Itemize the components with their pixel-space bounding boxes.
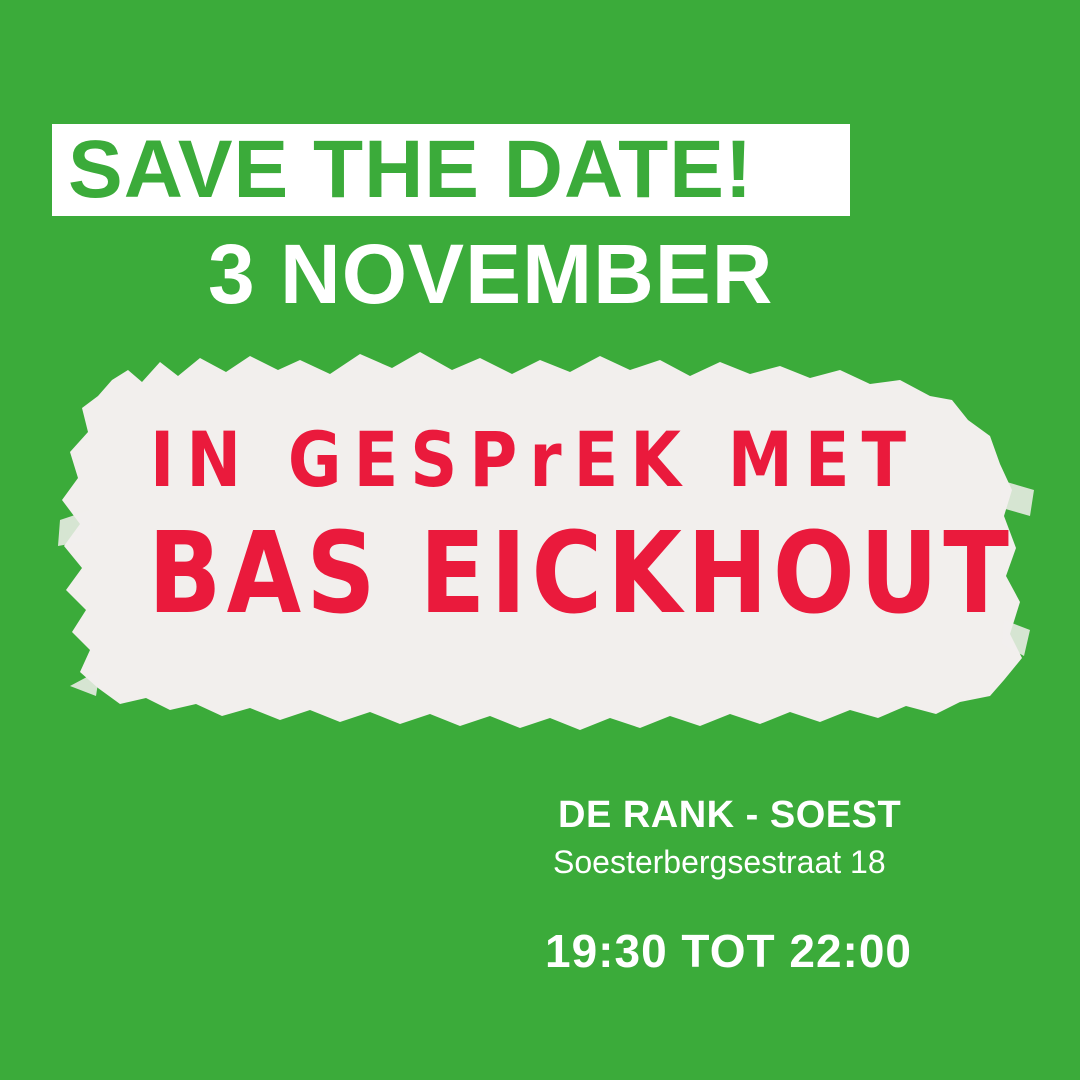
venue-address: Soesterbergsestraat 18 <box>553 844 886 880</box>
headline-line-1: IN GESPrEK MET <box>150 415 919 504</box>
event-poster: SAVE THE DATE! 3 NOVEMBER IN GESPrEK MET… <box>0 0 1080 1080</box>
brush-stroke-panel: IN GESPrEK MET BAS EICKHOUT <box>0 340 1080 740</box>
headline-line-2: BAS EICKHOUT <box>148 509 1015 639</box>
event-date: 3 NOVEMBER <box>208 227 774 321</box>
save-the-date-text: SAVE THE DATE! <box>68 124 754 215</box>
headline: IN GESPrEK MET BAS EICKHOUT <box>0 340 1080 740</box>
event-time: 19:30 TOT 22:00 <box>545 925 913 977</box>
venue-name: DE RANK - SOEST <box>558 794 902 836</box>
save-the-date-banner: SAVE THE DATE! <box>52 124 850 216</box>
